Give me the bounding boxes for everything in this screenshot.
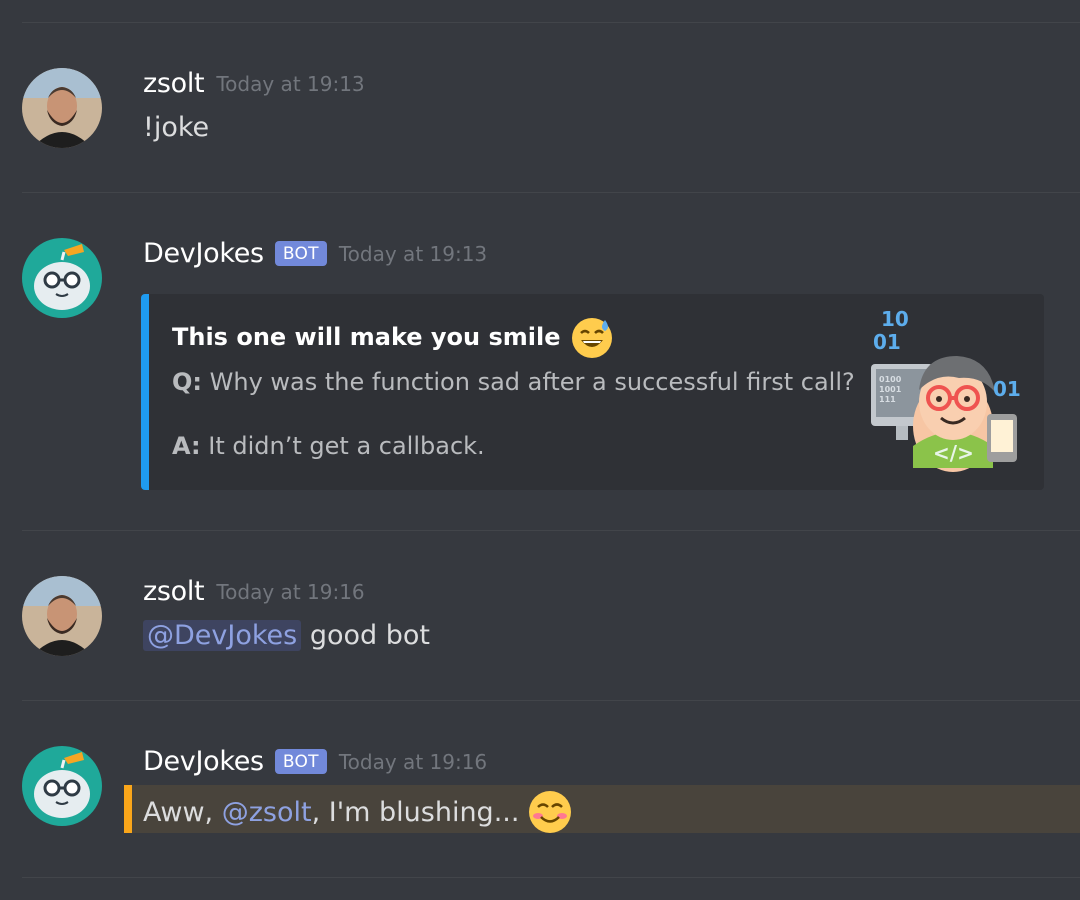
message-text: @DevJokes good bot: [143, 620, 430, 651]
embed-title: This one will make you smile: [172, 314, 615, 360]
bot-badge: BOT: [274, 749, 327, 774]
svg-text:01: 01: [993, 377, 1021, 401]
mention-zsolt[interactable]: @zsolt: [222, 797, 312, 828]
divider: [22, 192, 1080, 193]
message-body: good bot: [309, 620, 430, 651]
username[interactable]: zsolt: [143, 68, 205, 99]
svg-text:01: 01: [873, 330, 901, 354]
avatar[interactable]: [22, 576, 102, 656]
timestamp: Today at 19:13: [338, 241, 488, 266]
sweat-smile-emoji-icon: [569, 314, 615, 360]
message-text: Aww, @zsolt , I'm blushing...: [143, 789, 573, 835]
timestamp: Today at 19:13: [216, 71, 365, 96]
blush-emoji-icon: [527, 789, 573, 835]
svg-text:111: 111: [879, 395, 896, 404]
message-text: !joke: [143, 112, 210, 143]
username[interactable]: DevJokes: [143, 238, 264, 269]
divider: [22, 22, 1080, 23]
divider: [22, 877, 1080, 878]
timestamp: Today at 19:16: [216, 579, 365, 604]
bot-avatar[interactable]: [22, 746, 102, 826]
bot-badge: BOT: [274, 241, 327, 266]
embed-title-text: This one will make you smile: [172, 323, 561, 351]
message-body-start: Aww,: [143, 796, 222, 828]
divider: [22, 530, 1080, 531]
embed-question: Q: Why was the function sad after a succ…: [172, 368, 855, 396]
developer-illustration-thumbnail[interactable]: 10 01 0100 1001 111 </> 01: [861, 306, 1029, 474]
timestamp: Today at 19:16: [338, 749, 488, 774]
divider: [22, 700, 1080, 701]
message-body-end: , I'm blushing...: [311, 796, 520, 828]
svg-text:1001: 1001: [879, 385, 902, 394]
svg-text:10: 10: [881, 307, 909, 331]
embed-card: This one will make you smile Q: Why was …: [141, 294, 1044, 490]
embed-answer: A: It didn’t get a callback.: [172, 432, 485, 460]
svg-text:0100: 0100: [879, 375, 902, 384]
code-icon: </>: [933, 441, 974, 465]
username[interactable]: zsolt: [143, 576, 205, 607]
username[interactable]: DevJokes: [143, 746, 264, 777]
avatar[interactable]: [22, 68, 102, 148]
mention-devjokes[interactable]: @DevJokes: [143, 620, 302, 651]
bot-avatar[interactable]: [22, 238, 102, 318]
